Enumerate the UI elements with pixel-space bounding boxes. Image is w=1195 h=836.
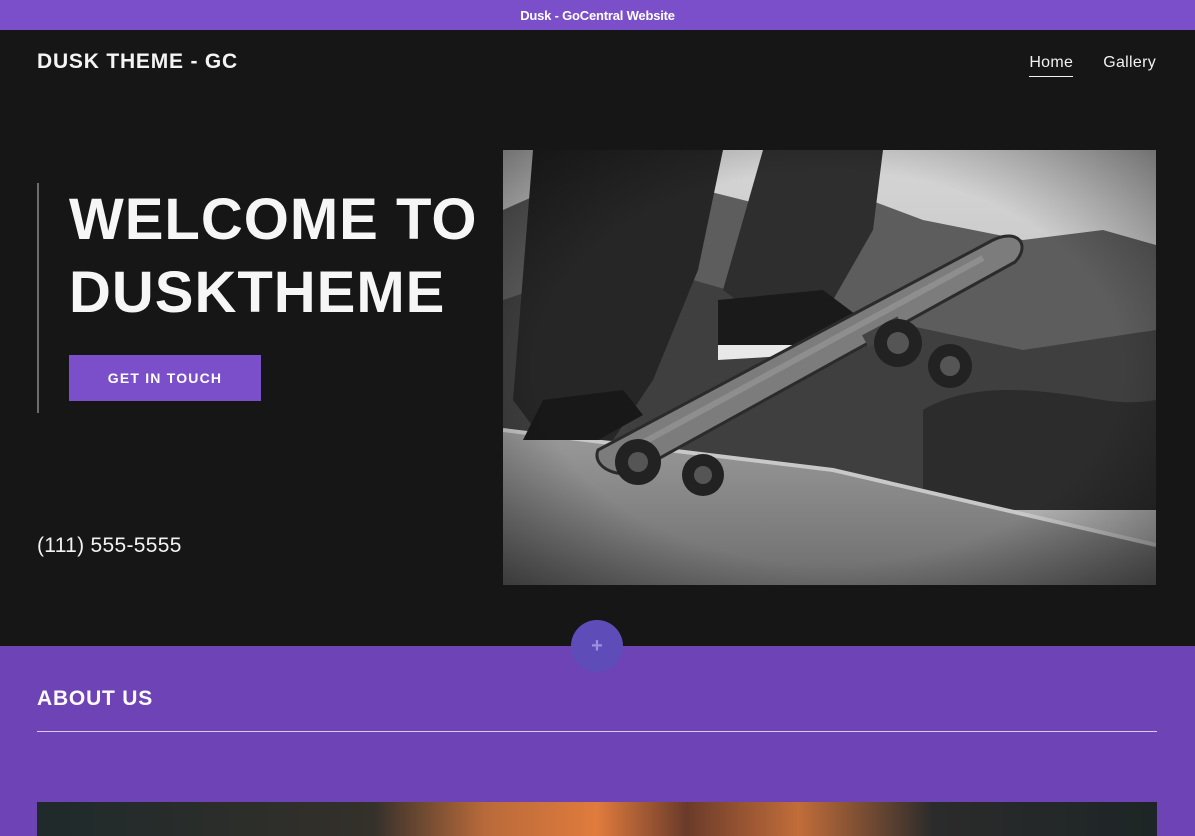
site-logo[interactable]: DUSK THEME - GC [37, 50, 238, 74]
nav-item-gallery[interactable]: Gallery [1103, 54, 1156, 77]
add-section-button[interactable]: + [571, 620, 623, 672]
hero-section: DUSK THEME - GC Home Gallery WELCOME TO … [0, 30, 1195, 646]
about-photo [37, 802, 1157, 836]
hero-headline-line2: DUSKTHEME [69, 260, 446, 325]
hero-headline: WELCOME TO DUSKTHEME [69, 183, 489, 329]
about-divider [37, 731, 1157, 732]
plus-icon: + [591, 634, 603, 657]
about-section: ABOUT US [0, 646, 1195, 836]
about-image [37, 802, 1157, 836]
get-in-touch-button[interactable]: GET IN TOUCH [69, 355, 261, 401]
window-title: Dusk - GoCentral Website [520, 7, 675, 23]
hero-headline-line1: WELCOME TO [69, 187, 478, 252]
window-title-bar: Dusk - GoCentral Website [0, 0, 1195, 30]
main-nav: Home Gallery [1029, 54, 1156, 77]
about-title: ABOUT US [37, 687, 154, 710]
nav-item-home[interactable]: Home [1029, 54, 1074, 77]
welcome-block: WELCOME TO DUSKTHEME GET IN TOUCH [37, 183, 489, 413]
phone-number[interactable]: (111) 555-5555 [37, 534, 182, 558]
skateboard-photo [503, 150, 1156, 585]
hero-image [503, 150, 1156, 585]
